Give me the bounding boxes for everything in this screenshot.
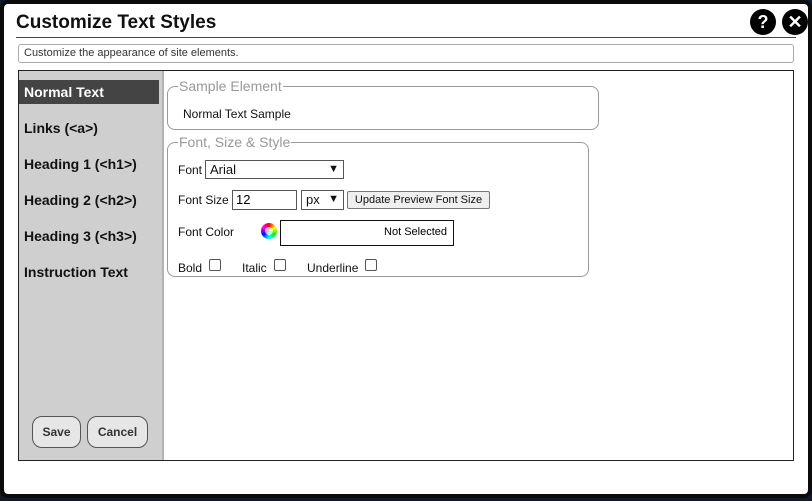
dialog-title: Customize Text Styles [16,12,217,33]
italic-checkbox[interactable] [274,259,286,271]
element-sidebar: Normal Text Links (<a>) Heading 1 (<h1>)… [19,71,162,460]
sidebar-item-heading-3[interactable]: Heading 3 (<h3>) [19,224,159,248]
font-unit-select[interactable]: px ▼ [301,190,344,210]
font-select[interactable]: Arial ▼ [205,160,344,179]
font-size-style-group: Font, Size & Style Font Arial ▼ Font Siz… [167,134,589,277]
editor-panel: Normal Text Links (<a>) Heading 1 (<h1>)… [18,70,794,461]
sidebar-item-heading-2[interactable]: Heading 2 (<h2>) [19,188,159,212]
sidebar-item-heading-1[interactable]: Heading 1 (<h1>) [19,152,159,176]
font-select-value: Arial [210,162,237,177]
font-color-label: Font Color [178,225,235,239]
title-divider [16,37,796,38]
font-color-field[interactable]: Not Selected [280,220,454,246]
save-button[interactable]: Save [32,416,81,448]
sidebar-item-instruction-text[interactable]: Instruction Text [19,260,159,284]
font-size-input[interactable]: 12 [232,190,297,210]
italic-label: Italic [242,261,267,275]
sidebar-item-normal-text[interactable]: Normal Text [19,80,159,104]
cancel-button[interactable]: Cancel [87,416,148,448]
sample-element-group: Sample Element Normal Text Sample [167,78,599,130]
font-size-label: Font Size [178,193,229,207]
sidebar-divider [162,71,164,460]
color-wheel-icon[interactable] [261,223,277,239]
font-size-style-legend: Font, Size & Style [179,134,291,150]
dialog-description: Customize the appearance of site element… [18,44,794,63]
font-label: Font [178,163,203,177]
customize-text-styles-dialog: Customize Text Styles ? ✕ Customize the … [0,0,812,498]
chevron-down-icon: ▼ [328,193,339,205]
chevron-down-icon: ▼ [328,163,339,175]
font-unit-value: px [306,192,320,207]
close-button[interactable]: ✕ [782,9,808,35]
sidebar-item-links[interactable]: Links (<a>) [19,116,159,140]
update-preview-font-size-button[interactable]: Update Preview Font Size [347,191,490,209]
help-button[interactable]: ? [750,9,776,35]
bold-checkbox[interactable] [209,259,221,271]
sample-element-legend: Sample Element [179,78,282,94]
help-icon: ? [757,11,769,32]
underline-checkbox[interactable] [365,259,377,271]
close-icon: ✕ [787,11,803,32]
underline-label: Underline [307,261,359,275]
bold-label: Bold [178,261,203,275]
sample-text-preview: Normal Text Sample [183,107,291,121]
